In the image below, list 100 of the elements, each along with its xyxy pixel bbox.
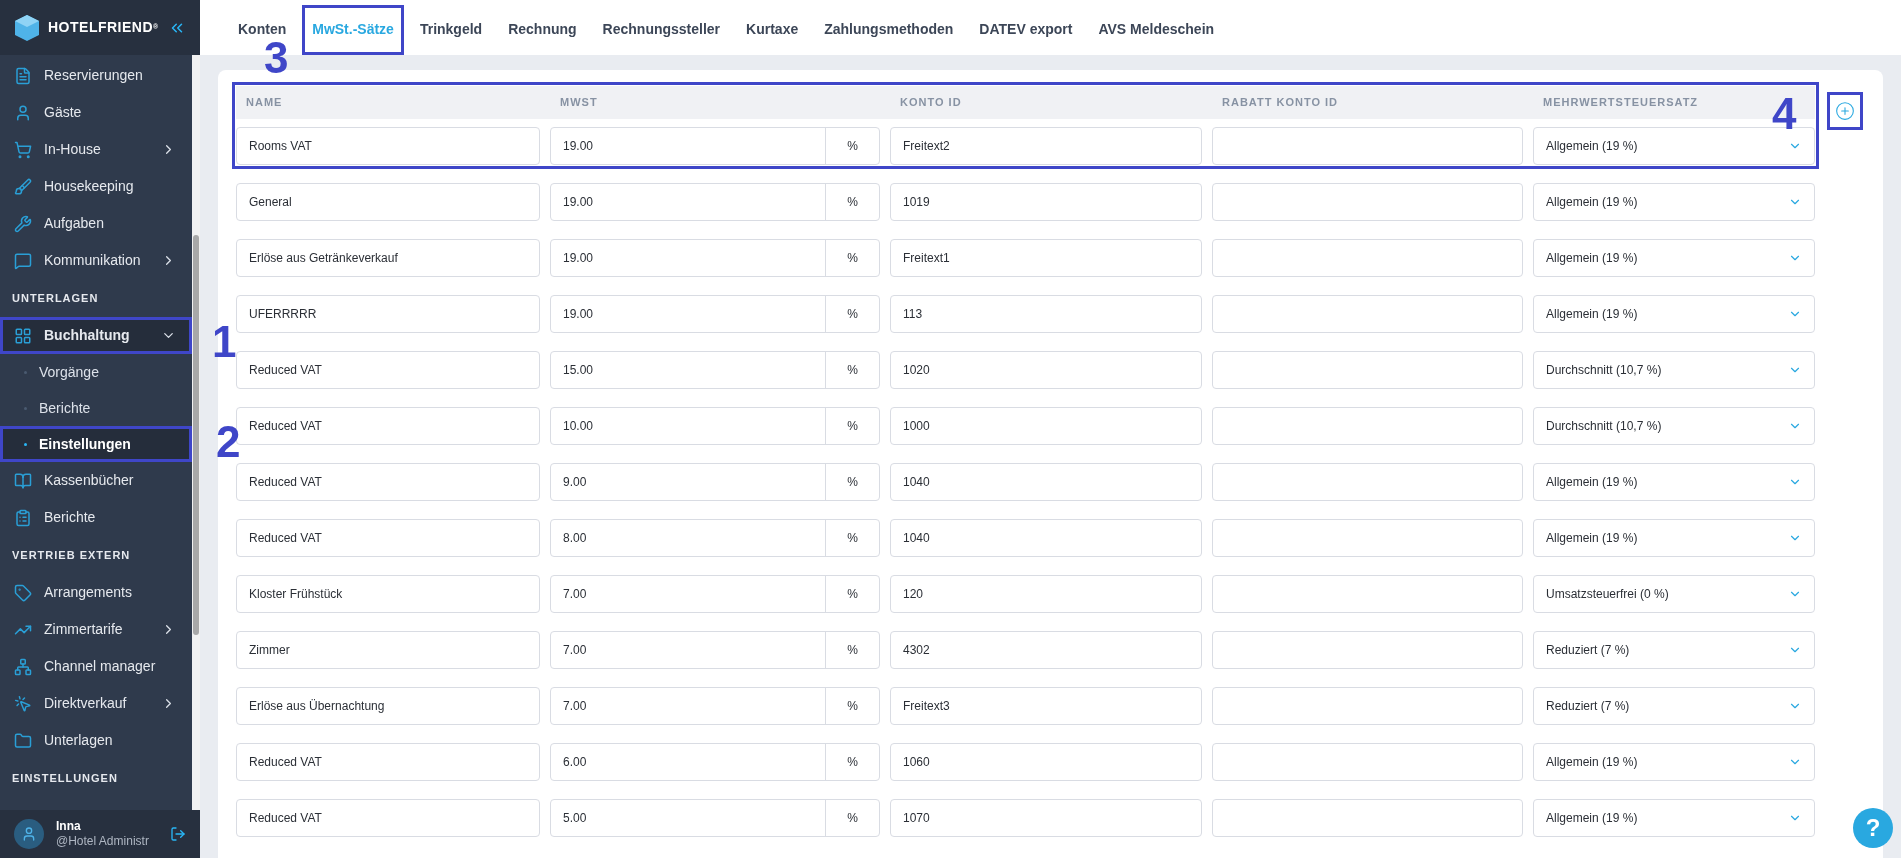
pointer-icon [14, 694, 32, 713]
account-id-field[interactable]: 4302 [890, 631, 1202, 669]
tab[interactable]: Rechnung [498, 5, 587, 55]
sidebar-item[interactable]: Reservierungen [0, 57, 192, 94]
cart-icon [14, 140, 32, 159]
discount-account-field[interactable] [1212, 631, 1523, 669]
account-id-field[interactable]: 1070 [890, 799, 1202, 837]
discount-account-field[interactable] [1212, 183, 1523, 221]
vat-field[interactable]: 6.00 % [550, 743, 880, 781]
discount-account-field[interactable] [1212, 463, 1523, 501]
tab[interactable]: Rechnungssteller [592, 5, 731, 55]
account-id-field[interactable]: 1000 [890, 407, 1202, 445]
submenu-item[interactable]: Einstellungen [0, 426, 192, 462]
account-id-field[interactable]: 1040 [890, 463, 1202, 501]
rate-select[interactable]: Allgemein (19 %) [1533, 183, 1815, 221]
sidebar-item[interactable]: Buchhaltung [0, 317, 192, 354]
rate-select[interactable]: Allgemein (19 %) [1533, 463, 1815, 501]
tab[interactable]: Kurtaxe [736, 5, 809, 55]
discount-account-field[interactable] [1212, 799, 1523, 837]
rate-select[interactable]: Allgemein (19 %) [1533, 799, 1815, 837]
tab[interactable]: DATEV export [969, 5, 1083, 55]
column-header: RABATT KONTO ID [1221, 95, 1340, 111]
chat-icon [14, 251, 32, 270]
sidebar-item[interactable]: Direktverkauf [0, 685, 192, 722]
sidebar-item[interactable]: Kommunikation [0, 242, 192, 279]
name-field[interactable]: Rooms VAT [236, 127, 540, 165]
sidebar-item[interactable]: Channel manager [0, 648, 192, 685]
vat-field[interactable]: 7.00 % [550, 575, 880, 613]
vat-field[interactable]: 9.00 % [550, 463, 880, 501]
rate-select[interactable]: Reduziert (7 %) [1533, 687, 1815, 725]
vat-field[interactable]: 5.00 % [550, 799, 880, 837]
name-field[interactable]: General [236, 183, 540, 221]
sidebar-item[interactable]: Housekeeping [0, 168, 192, 205]
account-id-field[interactable]: 1020 [890, 351, 1202, 389]
logout-icon[interactable] [170, 826, 186, 842]
account-id-field[interactable]: Freitext2 [890, 127, 1202, 165]
avatar [14, 819, 44, 849]
tab[interactable]: Zahlungsmethoden [814, 5, 964, 55]
scrollbar[interactable] [192, 55, 200, 810]
add-button[interactable] [1827, 92, 1863, 130]
submenu-item[interactable]: Vorgänge [0, 354, 192, 390]
sidebar-item[interactable]: Kassenbücher [0, 462, 192, 499]
rate-select[interactable]: Durchschnitt (10,7 %) [1533, 351, 1815, 389]
name-field[interactable]: UFERRRRR [236, 295, 540, 333]
rate-select[interactable]: Allgemein (19 %) [1533, 295, 1815, 333]
sidebar-item[interactable]: Gäste [0, 94, 192, 131]
discount-account-field[interactable] [1212, 687, 1523, 725]
vat-field[interactable]: 7.00 % [550, 631, 880, 669]
sidebar-item[interactable]: In-House [0, 131, 192, 168]
account-id-field[interactable]: Freitext1 [890, 239, 1202, 277]
name-field[interactable]: Erlöse aus Übernachtung [236, 687, 540, 725]
discount-account-field[interactable] [1212, 295, 1523, 333]
name-field[interactable]: Erlöse aus Getränkeverkauf [236, 239, 540, 277]
plus-circle-icon [1835, 101, 1855, 121]
name-field[interactable]: Reduced VAT [236, 351, 540, 389]
account-id-field[interactable]: 113 [890, 295, 1202, 333]
tab[interactable]: AVS Meldeschein [1088, 5, 1225, 55]
vat-field[interactable]: 19.00 % [550, 295, 880, 333]
vat-field[interactable]: 19.00 % [550, 183, 880, 221]
sidebar-item[interactable]: Berichte [0, 499, 192, 536]
account-id-field[interactable]: 1019 [890, 183, 1202, 221]
vat-field[interactable]: 7.00 % [550, 687, 880, 725]
column-header: NAME [245, 95, 284, 111]
rate-select[interactable]: Allgemein (19 %) [1533, 239, 1815, 277]
account-id-field[interactable]: Freitext3 [890, 687, 1202, 725]
sidebar-item[interactable]: Arrangements [0, 574, 192, 611]
discount-account-field[interactable] [1212, 351, 1523, 389]
name-field[interactable]: Reduced VAT [236, 743, 540, 781]
rate-select[interactable]: Umsatzsteuerfrei (0 %) [1533, 575, 1815, 613]
account-id-field[interactable]: 1060 [890, 743, 1202, 781]
rate-select[interactable]: Reduziert (7 %) [1533, 631, 1815, 669]
name-field[interactable]: Reduced VAT [236, 519, 540, 557]
vat-field[interactable]: 19.00 % [550, 239, 880, 277]
sidebar-item[interactable]: Aufgaben [0, 205, 192, 242]
rate-select[interactable]: Durchschnitt (10,7 %) [1533, 407, 1815, 445]
discount-account-field[interactable] [1212, 127, 1523, 165]
name-field[interactable]: Reduced VAT [236, 463, 540, 501]
vat-field[interactable]: 15.00 % [550, 351, 880, 389]
annotation-number: 3 [264, 36, 289, 80]
account-id-field[interactable]: 120 [890, 575, 1202, 613]
name-field[interactable]: Kloster Frühstück [236, 575, 540, 613]
rate-select[interactable]: Allgemein (19 %) [1533, 743, 1815, 781]
submenu-item[interactable]: Berichte [0, 390, 192, 426]
account-id-field[interactable]: 1040 [890, 519, 1202, 557]
discount-account-field[interactable] [1212, 575, 1523, 613]
rate-select[interactable]: Allgemein (19 %) [1533, 519, 1815, 557]
vat-field[interactable]: 10.00 % [550, 407, 880, 445]
tab[interactable]: Trinkgeld [409, 5, 493, 55]
discount-account-field[interactable] [1212, 407, 1523, 445]
sidebar-item[interactable]: Unterlagen [0, 722, 192, 759]
vat-field[interactable]: 8.00 % [550, 519, 880, 557]
discount-account-field[interactable] [1212, 743, 1523, 781]
name-field[interactable]: Zimmer [236, 631, 540, 669]
vat-field[interactable]: 19.00 % [550, 127, 880, 165]
discount-account-field[interactable] [1212, 519, 1523, 557]
name-field[interactable]: Reduced VAT [236, 799, 540, 837]
sidebar-item[interactable]: Zimmertarife [0, 611, 192, 648]
discount-account-field[interactable] [1212, 239, 1523, 277]
document-icon [14, 66, 32, 85]
logo-text: HOTELFRIEND$^{®}$ [48, 18, 159, 37]
